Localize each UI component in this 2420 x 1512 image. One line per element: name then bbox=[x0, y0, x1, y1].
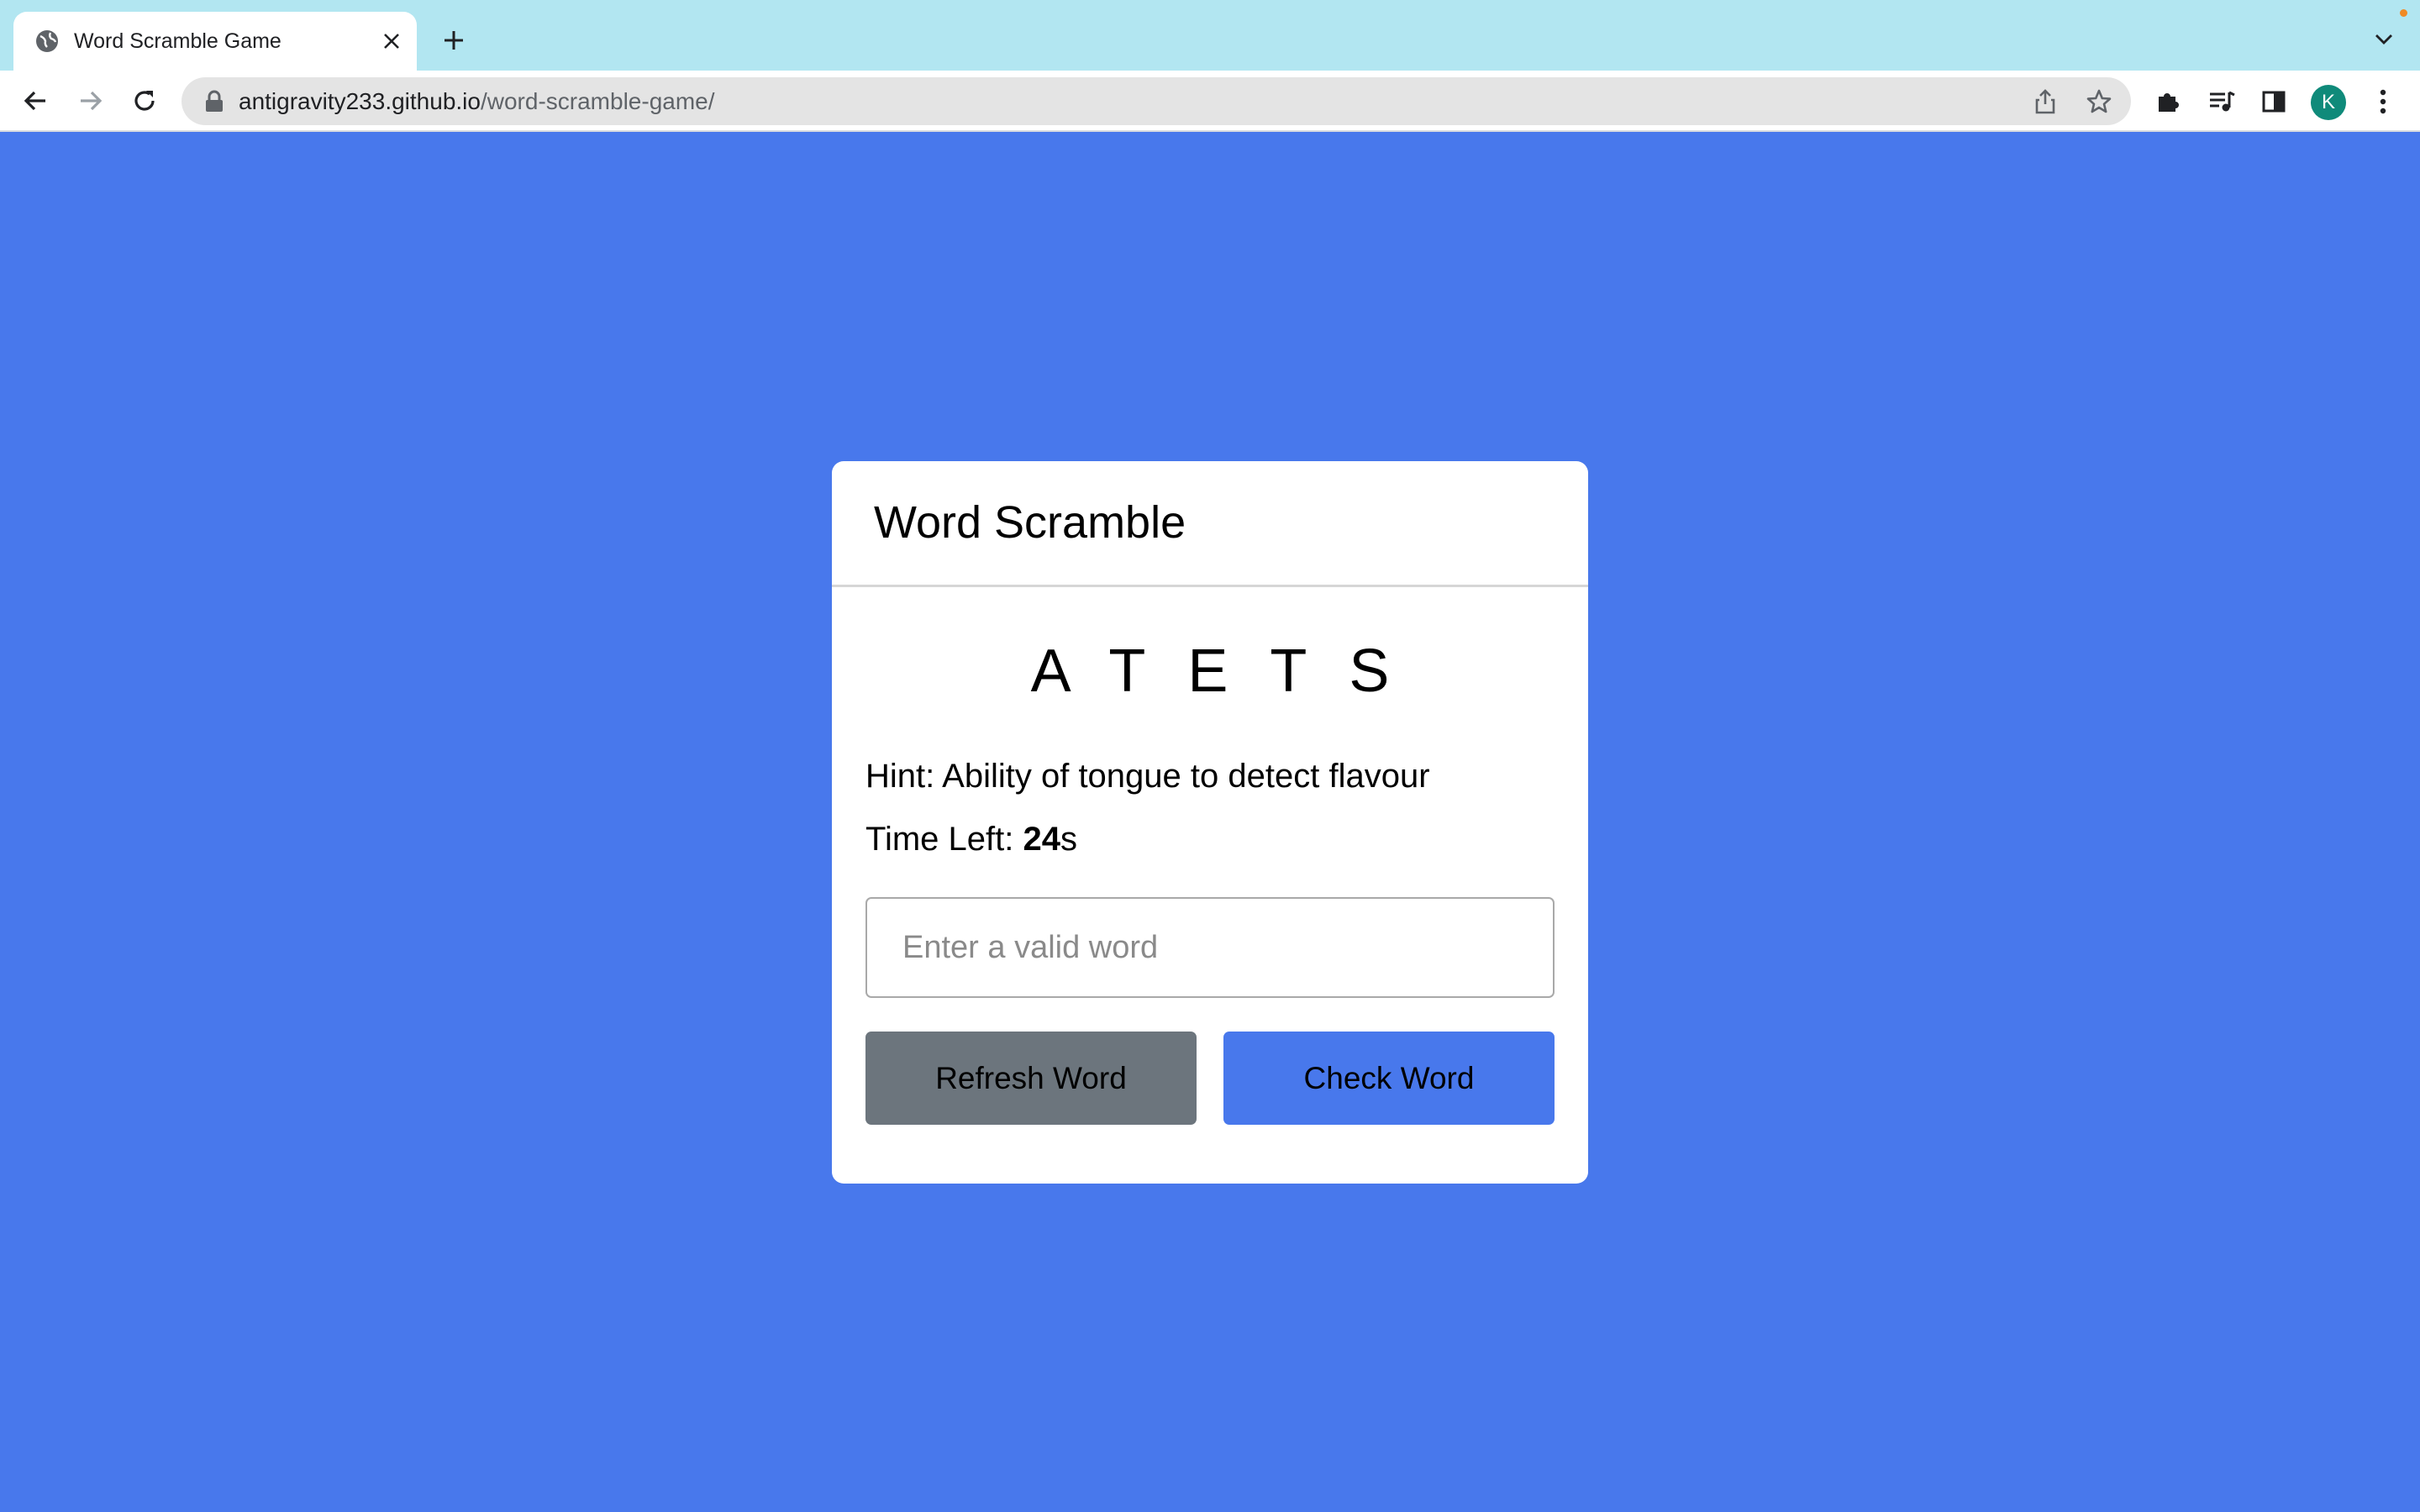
word-input[interactable] bbox=[865, 897, 1555, 998]
hint-value: Ability of tongue to detect flavour bbox=[942, 758, 1430, 795]
game-title: Word Scramble bbox=[874, 497, 1186, 548]
lock-icon[interactable] bbox=[203, 90, 225, 113]
hint-text: Hint: Ability of tongue to detect flavou… bbox=[865, 755, 1430, 797]
url-host: antigravity233.github.io bbox=[239, 88, 481, 114]
browser-tab[interactable]: Word Scramble Game bbox=[13, 12, 417, 71]
refresh-word-button[interactable]: Refresh Word bbox=[865, 1032, 1197, 1125]
media-queue-icon[interactable] bbox=[2205, 85, 2238, 118]
tab-title: Word Scramble Game bbox=[74, 29, 281, 53]
plus-icon[interactable] bbox=[437, 24, 471, 57]
back-arrow-icon[interactable] bbox=[17, 82, 54, 119]
close-icon[interactable] bbox=[376, 26, 407, 56]
timer-value: 24 bbox=[1023, 821, 1060, 858]
time-left: Time Left: 24s bbox=[865, 818, 1077, 860]
notification-dot bbox=[2400, 9, 2407, 17]
scrambled-word: ATETS bbox=[1030, 638, 1432, 705]
avatar[interactable]: K bbox=[2311, 85, 2346, 120]
check-word-button[interactable]: Check Word bbox=[1223, 1032, 1555, 1125]
card-header: Word Scramble bbox=[832, 461, 1588, 587]
side-panel-icon[interactable] bbox=[2257, 85, 2291, 118]
chevron-down-icon[interactable] bbox=[2370, 25, 2398, 54]
timer-label: Time Left: bbox=[865, 821, 1014, 858]
puzzle-icon[interactable] bbox=[2151, 85, 2185, 118]
game-card: Word Scramble ATETS Hint: Ability of ton… bbox=[832, 461, 1588, 1184]
timer-unit: s bbox=[1060, 821, 1077, 858]
hint-label: Hint: bbox=[865, 758, 935, 795]
share-icon[interactable] bbox=[2030, 87, 2060, 117]
url-text[interactable]: antigravity233.github.io/word-scramble-g… bbox=[239, 87, 715, 116]
globe-icon bbox=[34, 28, 60, 55]
forward-arrow-icon[interactable] bbox=[72, 82, 109, 119]
url-path: /word-scramble-game/ bbox=[480, 88, 715, 114]
address-bar[interactable]: antigravity233.github.io/word-scramble-g… bbox=[182, 77, 2131, 125]
reload-icon[interactable] bbox=[126, 82, 163, 119]
kebab-menu-icon[interactable] bbox=[2366, 85, 2400, 118]
tab-strip: Word Scramble Game bbox=[0, 0, 2420, 71]
browser-toolbar: antigravity233.github.io/word-scramble-g… bbox=[0, 71, 2420, 132]
star-icon[interactable] bbox=[2084, 87, 2114, 117]
